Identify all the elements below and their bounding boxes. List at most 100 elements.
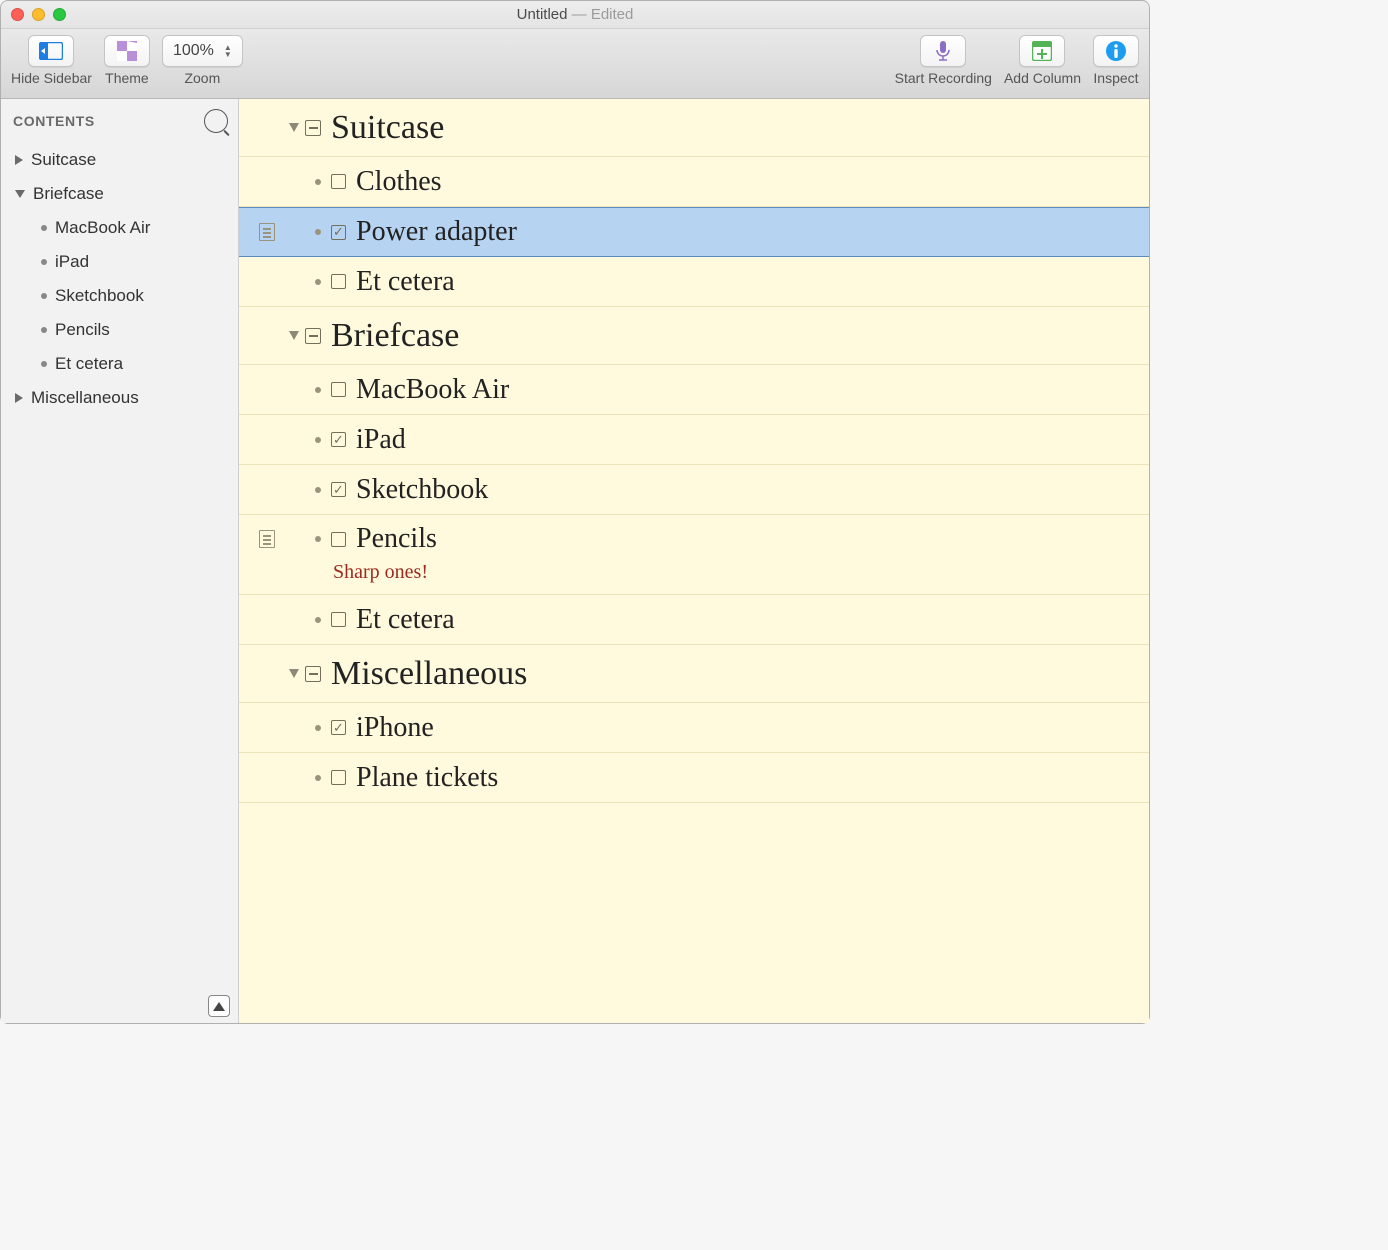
bullet-icon — [315, 775, 321, 781]
stepper-icon: ▲▼ — [224, 44, 232, 58]
start-recording-button[interactable] — [920, 35, 966, 67]
row-label: MacBook Air — [356, 374, 509, 406]
outline-row-ipad[interactable]: iPad — [239, 415, 1149, 465]
checkbox[interactable] — [331, 482, 346, 497]
sidebar-item-label: Pencils — [55, 320, 110, 340]
disclosure-right-icon[interactable] — [15, 155, 23, 165]
sidebar-item-ipad[interactable]: iPad — [1, 245, 238, 279]
sidebar-footer-button[interactable] — [208, 995, 230, 1017]
sidebar-item-label: Suitcase — [31, 150, 96, 170]
checkbox[interactable] — [331, 770, 346, 785]
zoom-label: Zoom — [184, 70, 220, 86]
row-label: Pencils — [356, 523, 437, 555]
sidebar-item-label: MacBook Air — [55, 218, 150, 238]
outline-row-et-cetera-1[interactable]: Et cetera — [239, 257, 1149, 307]
hide-sidebar-group: Hide Sidebar — [11, 35, 92, 86]
add-column-button[interactable] — [1019, 35, 1065, 67]
bullet-icon — [41, 293, 47, 299]
bullet-icon — [41, 327, 47, 333]
mixed-state-checkbox[interactable] — [305, 666, 321, 682]
mixed-state-checkbox[interactable] — [305, 328, 321, 344]
add-column-label: Add Column — [1004, 70, 1081, 86]
outline-row-plane-tickets[interactable]: Plane tickets — [239, 753, 1149, 803]
bullet-icon — [315, 536, 321, 542]
zoom-group: 100% ▲▼ Zoom — [162, 35, 243, 86]
theme-button[interactable] — [104, 35, 150, 67]
mixed-state-checkbox[interactable] — [305, 120, 321, 136]
theme-group: Theme — [104, 35, 150, 86]
disclosure-down-icon[interactable] — [289, 331, 299, 340]
zoom-select[interactable]: 100% ▲▼ — [162, 35, 243, 67]
bullet-icon — [315, 179, 321, 185]
toolbar: Hide Sidebar Theme 100% ▲▼ Zoom — [1, 29, 1149, 99]
sidebar-icon — [39, 42, 63, 60]
sidebar-item-miscellaneous[interactable]: Miscellaneous — [1, 381, 238, 415]
row-label: Plane tickets — [356, 762, 498, 794]
sidebar-item-macbook-air[interactable]: MacBook Air — [1, 211, 238, 245]
zoom-value: 100% — [173, 42, 214, 60]
disclosure-down-icon[interactable] — [15, 190, 25, 198]
row-label: Sketchbook — [356, 474, 488, 506]
note-icon[interactable] — [259, 530, 275, 548]
sidebar-item-label: Miscellaneous — [31, 388, 139, 408]
checkbox[interactable] — [331, 174, 346, 189]
outline-row-et-cetera-2[interactable]: Et cetera — [239, 595, 1149, 645]
checkbox[interactable] — [331, 612, 346, 627]
sidebar-item-sketchbook[interactable]: Sketchbook — [1, 279, 238, 313]
outline-row-clothes[interactable]: Clothes — [239, 157, 1149, 207]
outline-section-suitcase[interactable]: Suitcase — [239, 99, 1149, 157]
disclosure-down-icon[interactable] — [289, 123, 299, 132]
outline-section-briefcase[interactable]: Briefcase — [239, 307, 1149, 365]
disclosure-down-icon[interactable] — [289, 669, 299, 678]
minimize-window-button[interactable] — [32, 8, 45, 21]
sidebar-tree: Suitcase Briefcase MacBook Air iPad Sket… — [1, 139, 238, 419]
sidebar-item-label: Sketchbook — [55, 286, 144, 306]
checkbox[interactable] — [331, 225, 346, 240]
bullet-icon — [315, 617, 321, 623]
inspect-button[interactable] — [1093, 35, 1139, 67]
outline-row-power-adapter[interactable]: Power adapter — [239, 207, 1149, 257]
triangle-up-icon — [213, 1002, 225, 1011]
outline-row-pencils[interactable]: Pencils Sharp ones! — [239, 515, 1149, 595]
inspect-group: Inspect — [1093, 35, 1139, 86]
theme-label: Theme — [105, 70, 149, 86]
start-recording-group: Start Recording — [895, 35, 992, 86]
outline-row-sketchbook[interactable]: Sketchbook — [239, 465, 1149, 515]
checkbox[interactable] — [331, 382, 346, 397]
checkbox[interactable] — [331, 532, 346, 547]
sidebar-item-label: Briefcase — [33, 184, 104, 204]
section-title: Miscellaneous — [331, 655, 527, 693]
theme-icon — [117, 41, 137, 61]
disclosure-right-icon[interactable] — [15, 393, 23, 403]
outline-row-iphone[interactable]: iPhone — [239, 703, 1149, 753]
zoom-window-button[interactable] — [53, 8, 66, 21]
bullet-icon — [315, 387, 321, 393]
section-title: Briefcase — [331, 317, 459, 355]
search-icon[interactable] — [204, 109, 228, 133]
row-label: Power adapter — [356, 216, 517, 248]
bullet-icon — [315, 487, 321, 493]
bullet-icon — [41, 225, 47, 231]
row-note: Sharp ones! — [333, 561, 428, 584]
row-label: iPad — [356, 424, 406, 456]
checkbox[interactable] — [331, 274, 346, 289]
checkbox[interactable] — [331, 720, 346, 735]
note-icon[interactable] — [259, 223, 275, 241]
sidebar-item-et-cetera[interactable]: Et cetera — [1, 347, 238, 381]
outline-row-macbook-air[interactable]: MacBook Air — [239, 365, 1149, 415]
microphone-icon — [935, 40, 951, 62]
sidebar-item-briefcase[interactable]: Briefcase — [1, 177, 238, 211]
bullet-icon — [315, 725, 321, 731]
bullet-icon — [315, 229, 321, 235]
sidebar-item-suitcase[interactable]: Suitcase — [1, 143, 238, 177]
outline[interactable]: Suitcase Clothes Power adapter — [239, 99, 1149, 1023]
sidebar-item-pencils[interactable]: Pencils — [1, 313, 238, 347]
document-title: Untitled — [517, 6, 568, 23]
hide-sidebar-label: Hide Sidebar — [11, 70, 92, 86]
hide-sidebar-button[interactable] — [28, 35, 74, 67]
close-window-button[interactable] — [11, 8, 24, 21]
checkbox[interactable] — [331, 432, 346, 447]
outline-section-miscellaneous[interactable]: Miscellaneous — [239, 645, 1149, 703]
sidebar-header: CONTENTS — [1, 99, 238, 139]
add-column-icon — [1032, 41, 1052, 61]
